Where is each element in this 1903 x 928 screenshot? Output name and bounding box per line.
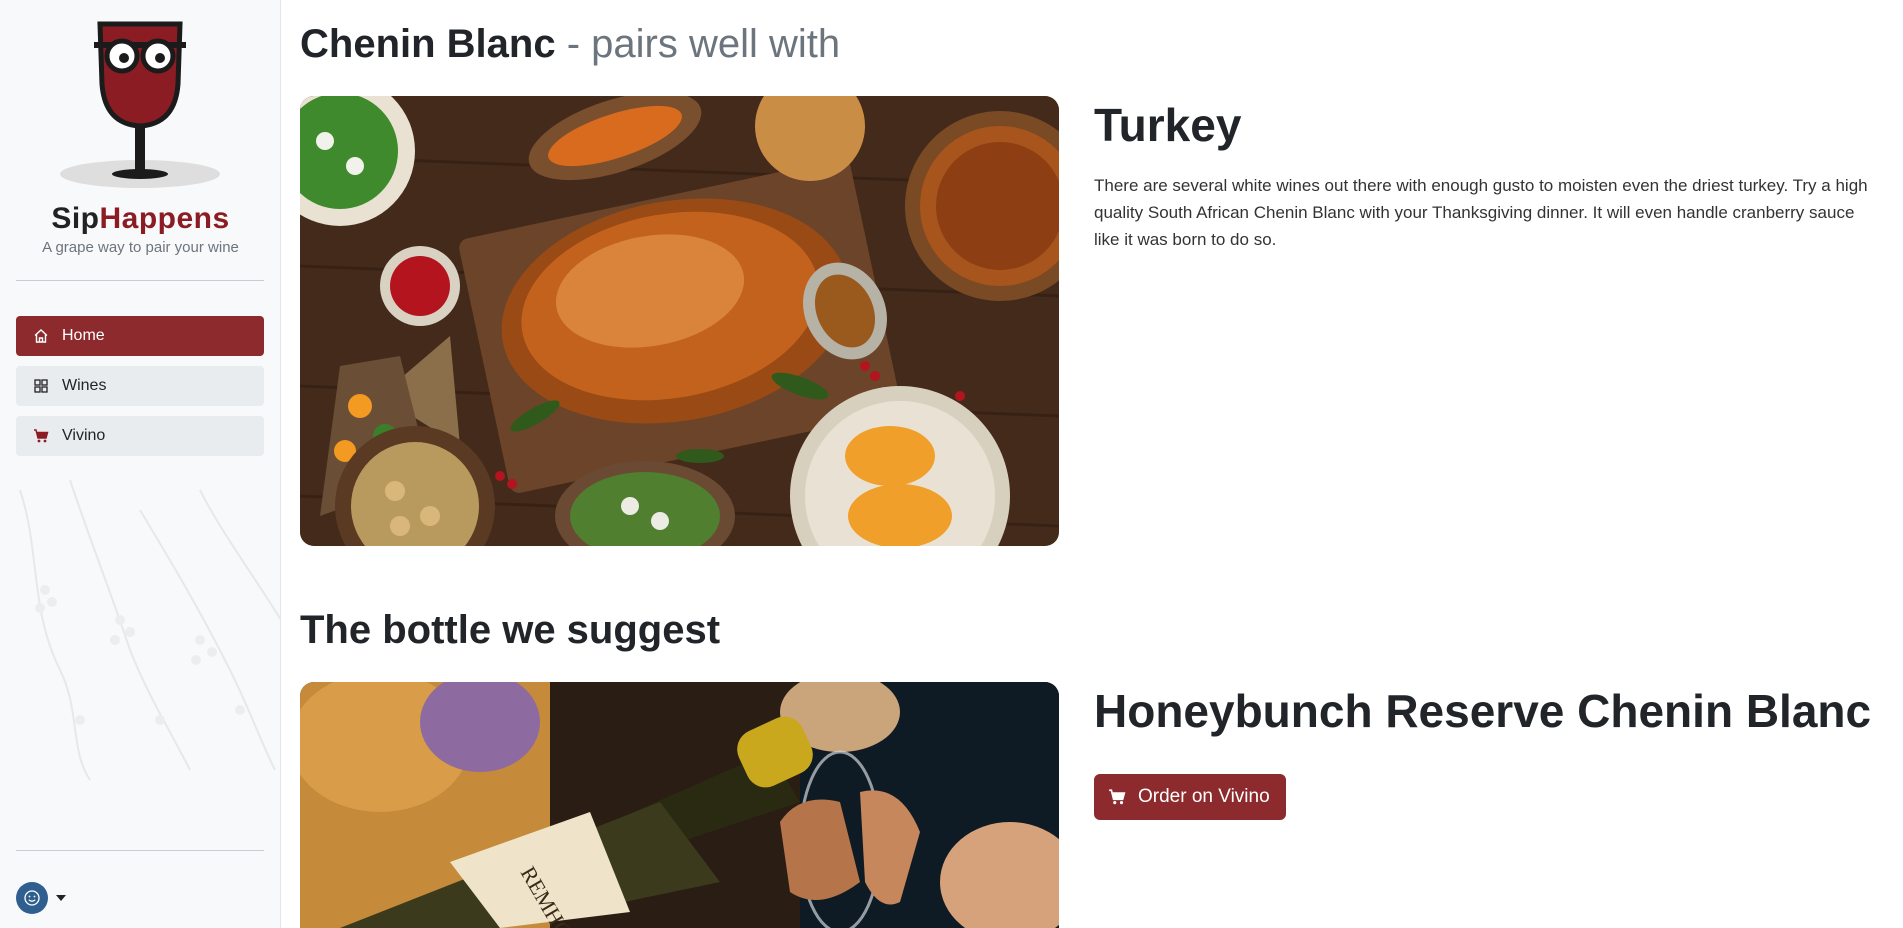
sidebar-item-home[interactable]: Home (16, 316, 264, 356)
brand-name-part1: Sip (51, 202, 100, 235)
order-button-label: Order on Vivino (1138, 786, 1270, 807)
food-description: There are several white wines out there … (1094, 176, 1868, 249)
bottle-name: Honeybunch Reserve Chenin Blanc (1094, 685, 1872, 737)
avatar[interactable] (16, 882, 48, 914)
sidebar-nav: Home Wines Vivino (16, 316, 264, 466)
cart-icon (1108, 787, 1128, 807)
suggest-heading: The bottle we suggest (300, 608, 721, 652)
smiley-icon (24, 890, 40, 906)
sidebar: SipHappens A grape way to pair your wine… (0, 0, 281, 928)
home-icon (32, 327, 50, 345)
cart-icon (32, 427, 50, 445)
grape-vine-watermark (19, 479, 280, 781)
grid-icon (32, 377, 50, 395)
wine-name: Chenin Blanc (300, 22, 556, 66)
sidebar-item-wines[interactable]: Wines (16, 366, 264, 406)
sidebar-divider-bottom (16, 850, 264, 851)
sidebar-divider-top (16, 280, 264, 281)
sidebar-item-label: Home (62, 327, 105, 344)
sidebar-item-label: Vivino (62, 427, 106, 444)
food-name: Turkey (1094, 99, 1242, 151)
user-menu-toggle[interactable] (16, 882, 66, 914)
wine-glass-logo[interactable] (20, 14, 260, 194)
brand-name-part2: Happens (99, 202, 230, 235)
sidebar-item-vivino[interactable]: Vivino (16, 416, 264, 456)
main-content: Chenin Blanc - pairs well with Turkey Th… (300, 0, 1890, 928)
title-suffix: - pairs well with (555, 22, 841, 66)
sidebar-item-label: Wines (62, 377, 107, 394)
brand-name: SipHappens (0, 202, 280, 236)
page-title: Chenin Blanc - pairs well with (300, 22, 840, 67)
chevron-down-icon[interactable] (56, 895, 66, 901)
food-image (300, 96, 1059, 546)
order-on-vivino-button[interactable]: Order on Vivino (1094, 774, 1286, 820)
bottle-image: REMHOO (300, 682, 1059, 928)
brand-tagline: A grape way to pair your wine (42, 239, 239, 256)
